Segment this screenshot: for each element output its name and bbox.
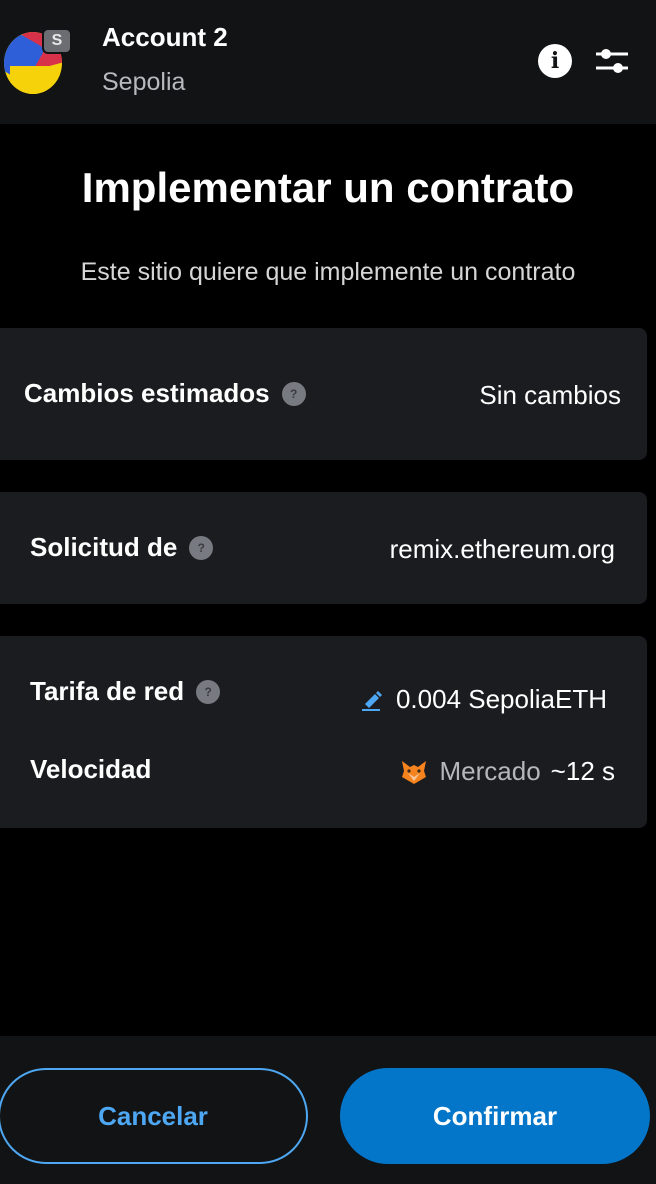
pencil-icon bbox=[361, 690, 382, 711]
estimated-changes-label: Cambios estimados bbox=[24, 378, 270, 408]
settings-sliders-icon[interactable] bbox=[594, 44, 630, 78]
speed-time: ~12 s bbox=[550, 756, 615, 786]
header: S Account 2 Sepolia i bbox=[0, 0, 656, 124]
network-fee-label: Tarifa de red bbox=[30, 676, 185, 706]
estimated-changes-card: Cambios estimados ? Sin cambios bbox=[0, 328, 647, 460]
page-title: Implementar un contrato bbox=[81, 164, 575, 211]
confirmation-page: S Account 2 Sepolia i Implementar un con… bbox=[0, 0, 656, 1184]
fox-icon bbox=[401, 760, 426, 784]
speed-row: Mercado ~12 s bbox=[400, 756, 615, 787]
estimated-changes-value: Sin cambios bbox=[479, 380, 621, 410]
request-origin-card: Solicitud de ? remix.ethereum.org bbox=[0, 492, 647, 604]
question-icon[interactable]: ? bbox=[196, 679, 221, 704]
network-fee-value: 0.004 SepoliaETH bbox=[395, 684, 607, 714]
network-fee-row: Tarifa de red ? bbox=[30, 676, 221, 707]
question-icon[interactable]: ? bbox=[189, 535, 214, 560]
question-icon[interactable]: ? bbox=[281, 381, 306, 406]
request-label: Solicitud de bbox=[30, 532, 178, 562]
cancel-button[interactable]: Cancelar bbox=[0, 1068, 308, 1164]
account-name: Account 2 bbox=[102, 22, 228, 52]
page-subtitle: Este sitio quiere que implemente un cont… bbox=[80, 258, 576, 286]
estimated-changes-row: Cambios estimados ? bbox=[24, 378, 306, 409]
footer: Cancelar Confirmar bbox=[0, 1036, 656, 1184]
confirm-button[interactable]: Confirmar bbox=[340, 1068, 650, 1164]
request-row: Solicitud de ? bbox=[30, 532, 214, 563]
network-badge: S bbox=[42, 28, 72, 54]
account-avatar-button[interactable]: S bbox=[4, 28, 72, 94]
info-icon[interactable]: i bbox=[538, 44, 572, 78]
request-origin-value: remix.ethereum.org bbox=[389, 534, 615, 564]
network-name: Sepolia bbox=[102, 68, 186, 96]
network-fee-card: Tarifa de red ? 0.004 SepoliaETH Velocid… bbox=[0, 636, 647, 828]
speed-value: Mercado bbox=[439, 756, 541, 786]
speed-label: Velocidad bbox=[30, 754, 152, 784]
edit-gas-fee-button[interactable]: 0.004 SepoliaETH bbox=[360, 684, 607, 715]
